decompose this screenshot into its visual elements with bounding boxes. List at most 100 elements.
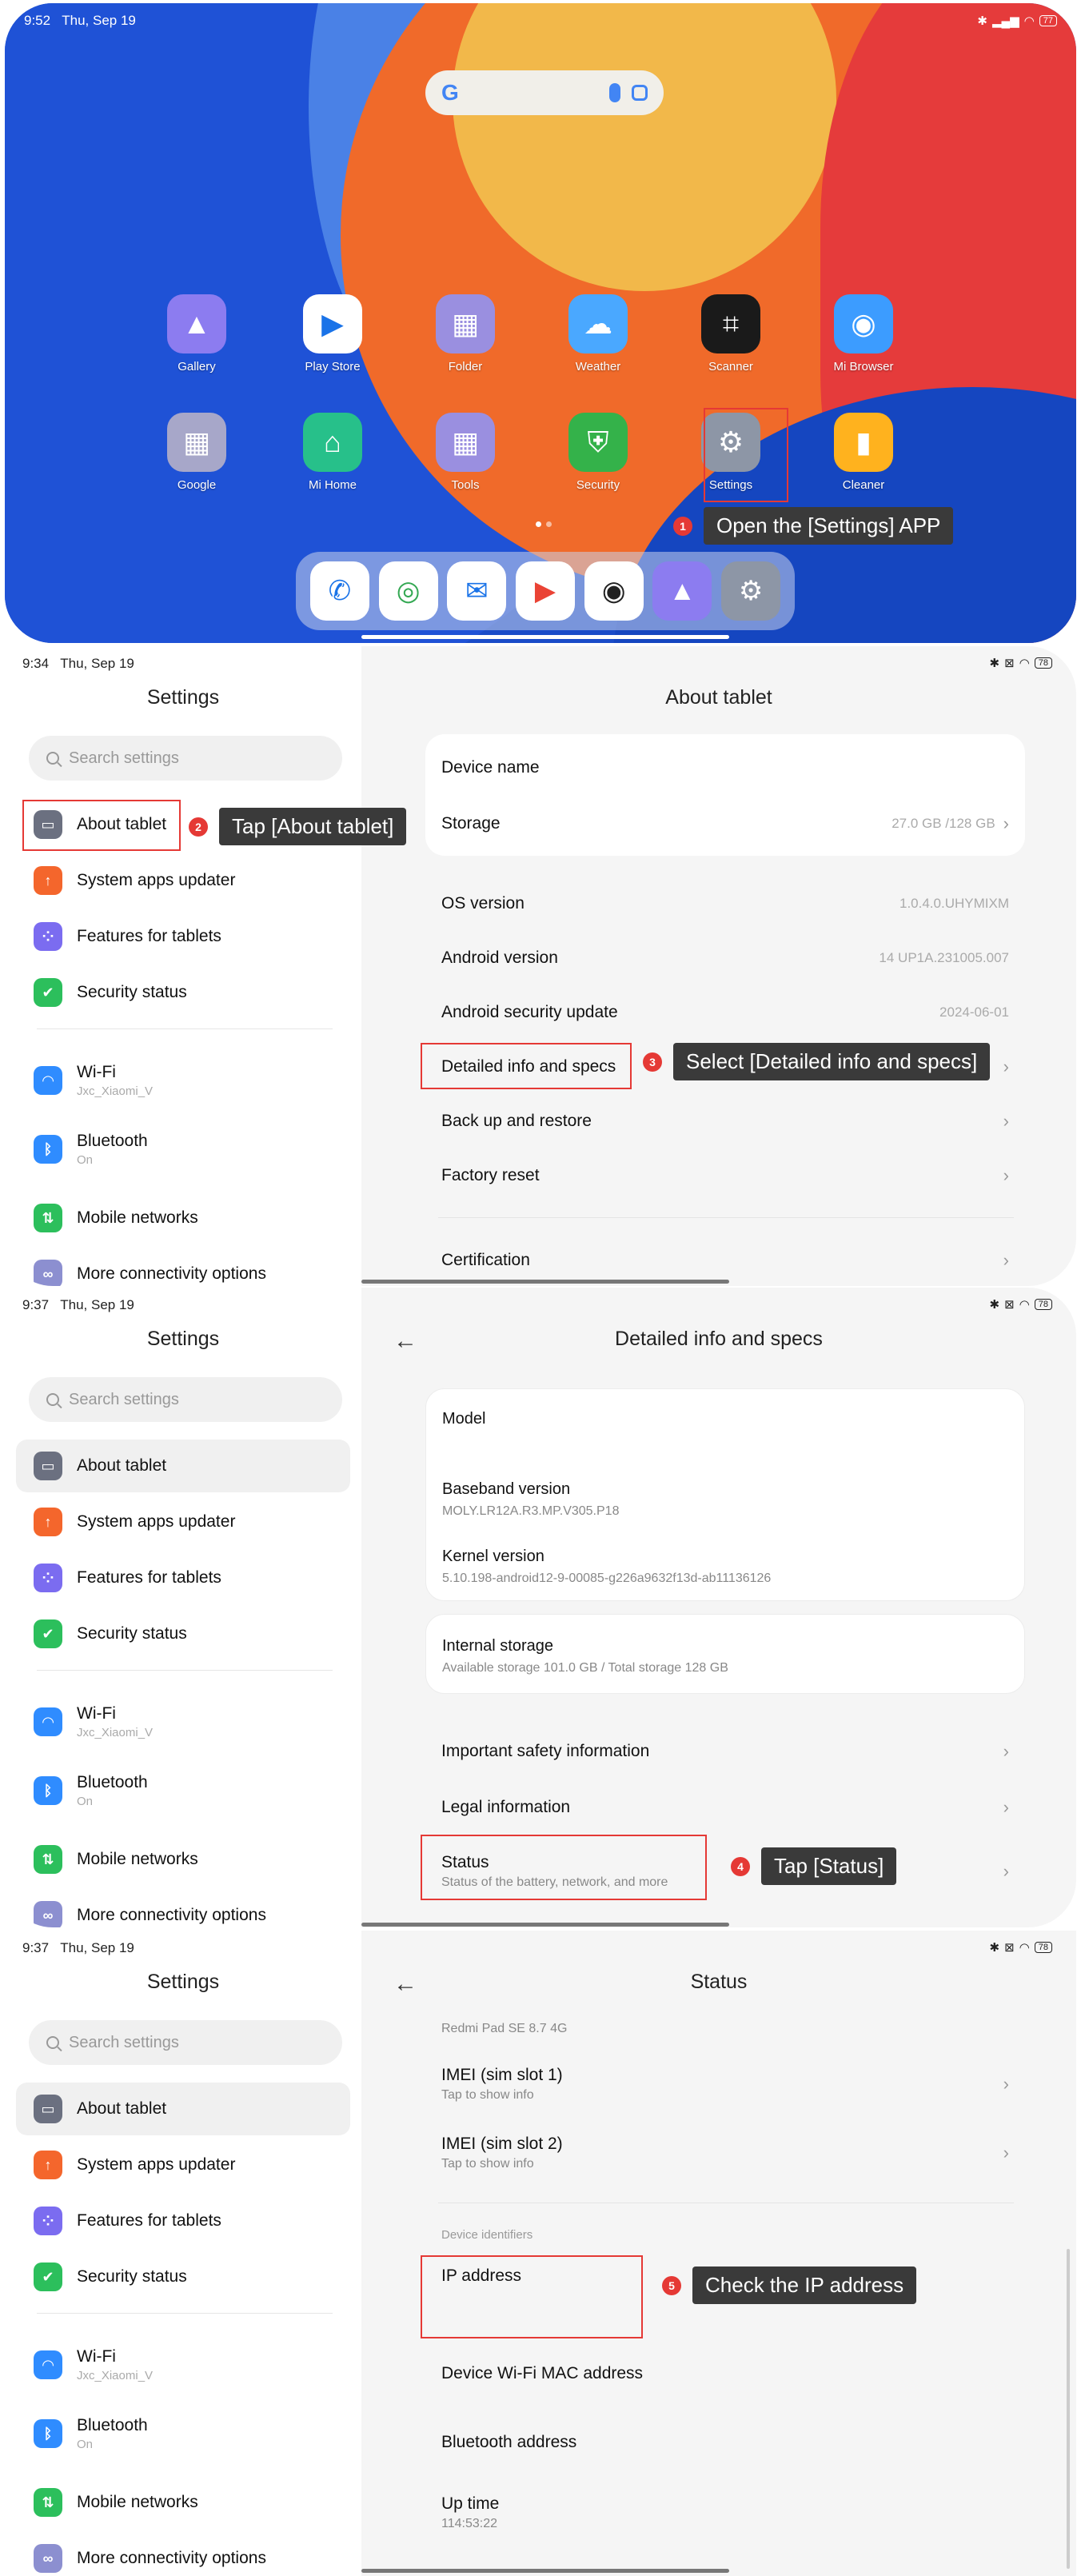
- sidebar-item-security-status[interactable]: ✔ Security status: [16, 2251, 350, 2303]
- sidebar-item-security-status[interactable]: ✔ Security status: [16, 966, 350, 1019]
- app-tools[interactable]: ▦ Tools: [409, 413, 521, 492]
- home-indicator[interactable]: [361, 635, 729, 639]
- uptime-row[interactable]: Up time 114:53:22: [425, 2482, 1025, 2543]
- legal-row[interactable]: Legal information ›: [425, 1780, 1025, 1835]
- sidebar-item-more-connectivity-options[interactable]: ∞ More connectivity options: [16, 1889, 350, 1927]
- sidebar-item-features-for-tablets[interactable]: ⁘ Features for tablets: [16, 1552, 350, 1604]
- arrow-up-icon: ↑: [34, 1508, 62, 1536]
- dock-messages-icon[interactable]: ✉: [447, 561, 507, 621]
- date: Thu, Sep 19: [62, 13, 136, 28]
- page-title: Detailed info and specs: [615, 1328, 823, 1350]
- sidebar-item-label: Wi-Fi: [77, 1063, 116, 1081]
- dock-phone-icon[interactable]: ✆: [309, 561, 369, 621]
- app-label: Folder: [448, 360, 483, 373]
- dock-settings-icon[interactable]: ⚙: [721, 561, 781, 621]
- sidebar-item-wi-fi[interactable]: ◠ Wi-Fi Jxc_Xiaomi_V: [16, 2338, 350, 2391]
- about-highlight: [22, 800, 181, 851]
- sidebar-item-wi-fi[interactable]: ◠ Wi-Fi Jxc_Xiaomi_V: [16, 1695, 350, 1748]
- model-line: Redmi Pad SE 8.7 4G: [441, 2022, 568, 2035]
- step2-callout: 2 Tap [About tablet]: [189, 808, 407, 845]
- sidebar-item-more-connectivity-options[interactable]: ∞ More connectivity options: [16, 1248, 350, 1286]
- about-row-back-up-and-restore[interactable]: Back up and restore ›: [425, 1094, 1025, 1148]
- dock-camera-icon[interactable]: ◉: [584, 561, 644, 621]
- sidebar-item-sub: On: [77, 1795, 94, 1808]
- sidebar-item-mobile-networks[interactable]: ⇅ Mobile networks: [16, 1192, 350, 1244]
- sidebar-item-bluetooth[interactable]: ᛒ Bluetooth On: [16, 1123, 350, 1176]
- app-scanner[interactable]: ⌗ Scanner: [675, 294, 787, 373]
- sidebar-item-bluetooth[interactable]: ᛒ Bluetooth On: [16, 2407, 350, 2460]
- lens-icon[interactable]: [632, 85, 648, 101]
- app-weather[interactable]: ☁ Weather: [542, 294, 654, 373]
- safety-row[interactable]: Important safety information ›: [425, 1724, 1025, 1779]
- app-gallery[interactable]: ▲ Gallery: [141, 294, 253, 373]
- sidebar-item-mobile-networks[interactable]: ⇅ Mobile networks: [16, 2476, 350, 2529]
- about-row-os-version[interactable]: OS version 1.0.4.0.UHYMIXM: [425, 877, 1025, 931]
- sidebar-item-system-apps-updater[interactable]: ↑ System apps updater: [16, 1496, 350, 1548]
- storage-row[interactable]: Storage 27.0 GB /128 GB ›: [425, 797, 1025, 851]
- shield-icon: ✔: [34, 2262, 62, 2291]
- sidebar-item-system-apps-updater[interactable]: ↑ System apps updater: [16, 2139, 350, 2191]
- app-mi-browser[interactable]: ◉ Mi Browser: [808, 294, 919, 373]
- search-input[interactable]: Search settings: [29, 1377, 342, 1422]
- wifi-status-icon: ◠: [1023, 14, 1035, 28]
- imei1-row[interactable]: IMEI (sim slot 1) Tap to show info ›: [425, 2054, 1025, 2115]
- status-detail: ✱ ⊠ ◠ 78 ← Status Redmi Pad SE 8.7 4G IMEI …: [361, 1931, 1076, 2576]
- mac-row[interactable]: Device Wi-Fi MAC address: [425, 2346, 1025, 2401]
- about-row-android-version[interactable]: Android version 14 UP1A.231005.007: [425, 931, 1025, 985]
- page-indicator: [536, 521, 552, 527]
- sidebar-item-wi-fi[interactable]: ◠ Wi-Fi Jxc_Xiaomi_V: [16, 1054, 350, 1107]
- mobile-data-icon: ⇅: [34, 1845, 62, 1874]
- home-indicator[interactable]: [361, 1923, 729, 1927]
- device-name-row[interactable]: Device name: [425, 741, 1025, 795]
- app-security[interactable]: ⛨ Security: [542, 413, 654, 492]
- app-mi-home[interactable]: ⌂ Mi Home: [277, 413, 389, 492]
- model-label: Model: [442, 1410, 486, 1428]
- app-label: Security: [576, 478, 620, 492]
- dock-play-icon[interactable]: ▶: [515, 561, 575, 621]
- storage-card[interactable]: Internal storage Available storage 101.0…: [425, 1614, 1025, 1694]
- sidebar-item-more-connectivity-options[interactable]: ∞ More connectivity options: [16, 2532, 350, 2576]
- weather-icon: ☁: [568, 294, 628, 353]
- about-row-certification[interactable]: Certification ›: [425, 1233, 1025, 1286]
- status-icons: ✱ ⊠ ◠ 78: [990, 1297, 1052, 1312]
- home-indicator[interactable]: [361, 1280, 729, 1284]
- sidebar-item-about-tablet[interactable]: ▭ About tablet: [16, 2083, 350, 2135]
- row-label: Android version: [441, 949, 558, 967]
- app-label: Mi Browser: [833, 360, 894, 373]
- grid-icon: ⁘: [34, 922, 62, 951]
- sidebar-item-mobile-networks[interactable]: ⇅ Mobile networks: [16, 1833, 350, 1886]
- google-search-bar[interactable]: G: [425, 70, 664, 115]
- bt-address-row[interactable]: Bluetooth address: [425, 2415, 1025, 2470]
- sidebar-item-bluetooth[interactable]: ᛒ Bluetooth On: [16, 1764, 350, 1817]
- security-icon: ⛨: [568, 413, 628, 472]
- app-play-store[interactable]: ▶ Play Store: [277, 294, 389, 373]
- sidebar-item-features-for-tablets[interactable]: ⁘ Features for tablets: [16, 910, 350, 963]
- mic-icon[interactable]: [609, 83, 620, 102]
- app-cleaner[interactable]: ▮ Cleaner: [808, 413, 919, 492]
- shield-icon: ✔: [34, 978, 62, 1007]
- sidebar-item-system-apps-updater[interactable]: ↑ System apps updater: [16, 854, 350, 907]
- bluetooth-icon: ᛒ: [34, 2419, 62, 2448]
- mobile-data-icon: ⇅: [34, 2488, 62, 2517]
- sidebar-item-security-status[interactable]: ✔ Security status: [16, 1608, 350, 1660]
- home-indicator[interactable]: [361, 2569, 729, 2573]
- sidebar-item-about-tablet[interactable]: ▭ About tablet: [16, 1440, 350, 1492]
- app-folder[interactable]: ▦ Folder: [409, 294, 521, 373]
- about-row-android-security-update[interactable]: Android security update 2024-06-01: [425, 985, 1025, 1040]
- about-row-factory-reset[interactable]: Factory reset ›: [425, 1148, 1025, 1203]
- search-input[interactable]: Search settings: [29, 2020, 342, 2065]
- search-input[interactable]: Search settings: [29, 736, 342, 781]
- detailed-info-highlight: [421, 1043, 632, 1089]
- dock-gallery-icon[interactable]: ▲: [652, 561, 712, 621]
- gallery-icon: ▲: [167, 294, 226, 353]
- sidebar-item-features-for-tablets[interactable]: ⁘ Features for tablets: [16, 2195, 350, 2247]
- divider: [438, 1217, 1014, 1218]
- about-tablet-screen: 9:34 Thu, Sep 19 Settings Search setting…: [5, 646, 1076, 1286]
- app-label: Play Store: [305, 360, 361, 373]
- app-google[interactable]: ▦ Google: [141, 413, 253, 492]
- imei2-row[interactable]: IMEI (sim slot 2) Tap to show info ›: [425, 2123, 1025, 2183]
- chevron-right-icon: ›: [1003, 2143, 1009, 2163]
- search-icon: [46, 752, 59, 765]
- dock-chrome-icon[interactable]: ◎: [378, 561, 438, 621]
- scrollbar[interactable]: [1067, 2249, 1070, 2569]
